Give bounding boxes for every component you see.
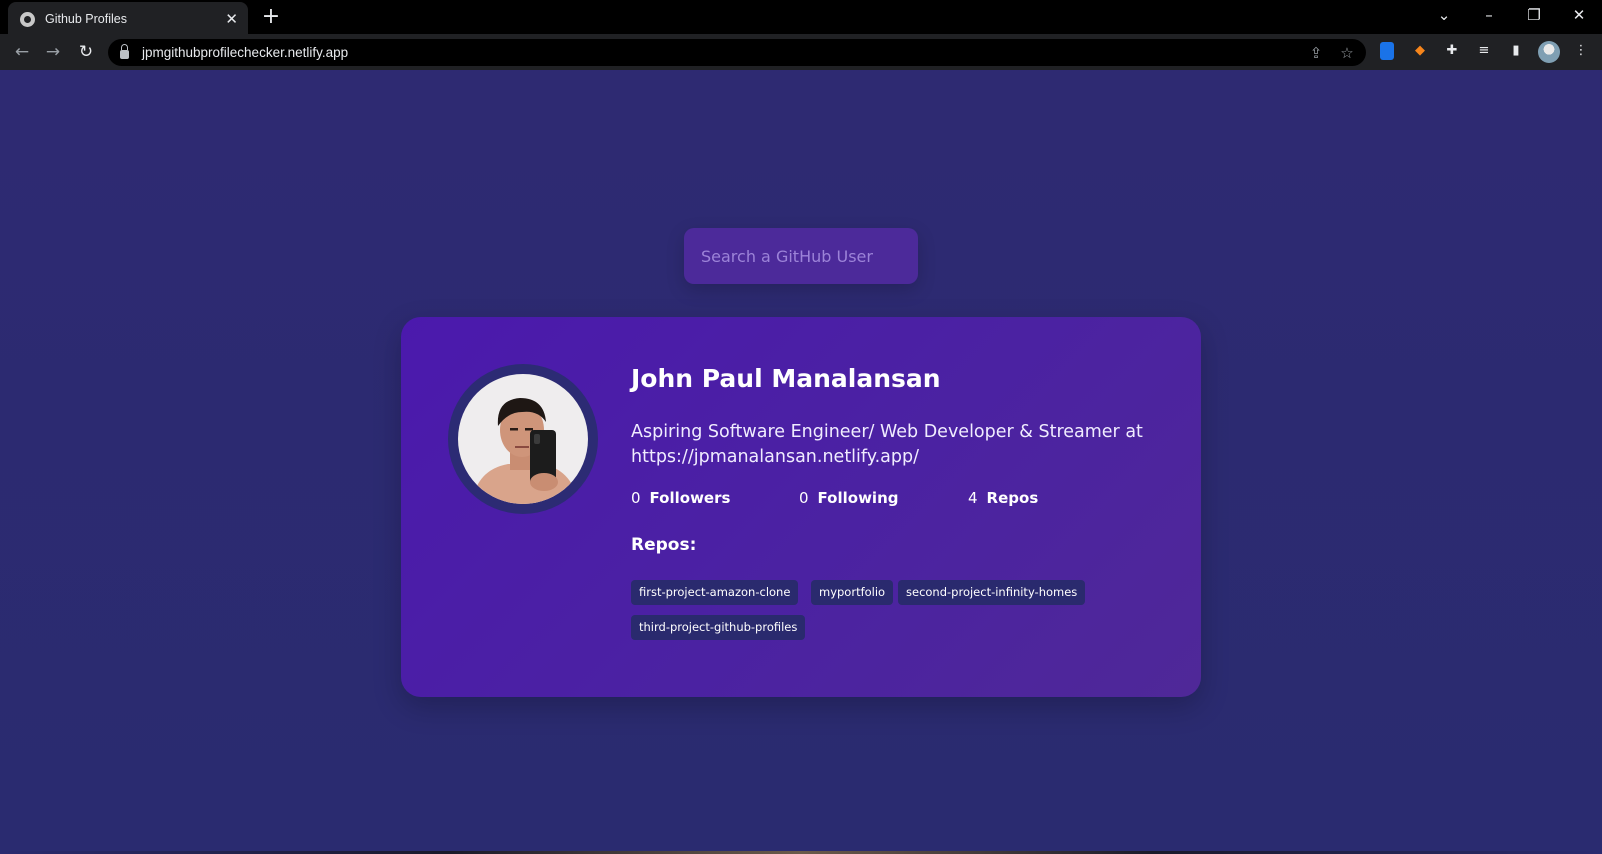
- avatar: [458, 374, 588, 504]
- following-count: 0: [799, 489, 809, 507]
- forward-button[interactable]: →: [41, 40, 65, 64]
- side-panel-icon[interactable]: ▮: [1507, 42, 1525, 60]
- extensions-puzzle-icon[interactable]: ✚: [1443, 42, 1461, 60]
- repo-link[interactable]: first-project-amazon-clone: [631, 580, 799, 605]
- user-photo-icon: [472, 398, 578, 504]
- minimize-button[interactable]: –: [1477, 4, 1501, 26]
- repos-stat: 4 Repos: [968, 489, 1038, 507]
- reading-list-icon[interactable]: ≡: [1475, 42, 1493, 60]
- url-text: jpmgithubprofilechecker.netlify.app: [142, 45, 349, 60]
- restore-button[interactable]: ❐: [1522, 4, 1546, 26]
- reload-button[interactable]: ↻: [74, 40, 98, 64]
- profile-bio: Aspiring Software Engineer/ Web Develope…: [631, 422, 1143, 467]
- repos-heading: Repos:: [631, 535, 697, 555]
- followers-count: 0: [631, 489, 641, 507]
- repos-label: Repos: [986, 489, 1039, 507]
- share-icon[interactable]: ⇪: [1306, 43, 1326, 63]
- profile-name: John Paul Manalansan: [631, 364, 941, 393]
- close-tab-icon[interactable]: ✕: [225, 11, 238, 27]
- back-button[interactable]: ←: [10, 40, 34, 64]
- following-label: Following: [817, 489, 899, 507]
- tab-search-icon[interactable]: ⌄: [1432, 4, 1456, 26]
- browser-tab-strip: Github Profiles ✕ + ⌄ – ❐ ✕: [0, 0, 1602, 36]
- avatar-ring: [448, 364, 598, 514]
- repos-count: 4: [968, 489, 978, 507]
- github-user-search-input[interactable]: [684, 228, 918, 284]
- browser-tab[interactable]: Github Profiles ✕: [8, 2, 248, 36]
- lock-icon: [120, 43, 129, 59]
- browser-toolbar: ← → ↻ jpmgithubprofilechecker.netlify.ap…: [0, 34, 1602, 70]
- following-stat: 0 Following: [799, 489, 899, 507]
- address-bar[interactable]: jpmgithubprofilechecker.netlify.app ⇪ ☆: [108, 39, 1366, 66]
- tab-title: Github Profiles: [45, 12, 127, 26]
- followers-stat: 0 Followers: [631, 489, 730, 507]
- followers-label: Followers: [649, 489, 731, 507]
- metamask-extension-icon[interactable]: ◆: [1411, 42, 1429, 60]
- close-window-button[interactable]: ✕: [1567, 4, 1591, 26]
- browser-profile-avatar[interactable]: [1538, 41, 1560, 63]
- repo-link[interactable]: second-project-infinity-homes: [898, 580, 1086, 605]
- repo-link[interactable]: myportfolio: [811, 580, 894, 605]
- new-tab-button[interactable]: +: [258, 4, 284, 30]
- password-manager-extension-icon[interactable]: [1380, 42, 1394, 60]
- bookmark-star-icon[interactable]: ☆: [1337, 43, 1357, 63]
- browser-menu-icon[interactable]: ⋮: [1572, 42, 1590, 60]
- repo-link[interactable]: third-project-github-profiles: [631, 615, 806, 640]
- globe-icon: [20, 11, 35, 27]
